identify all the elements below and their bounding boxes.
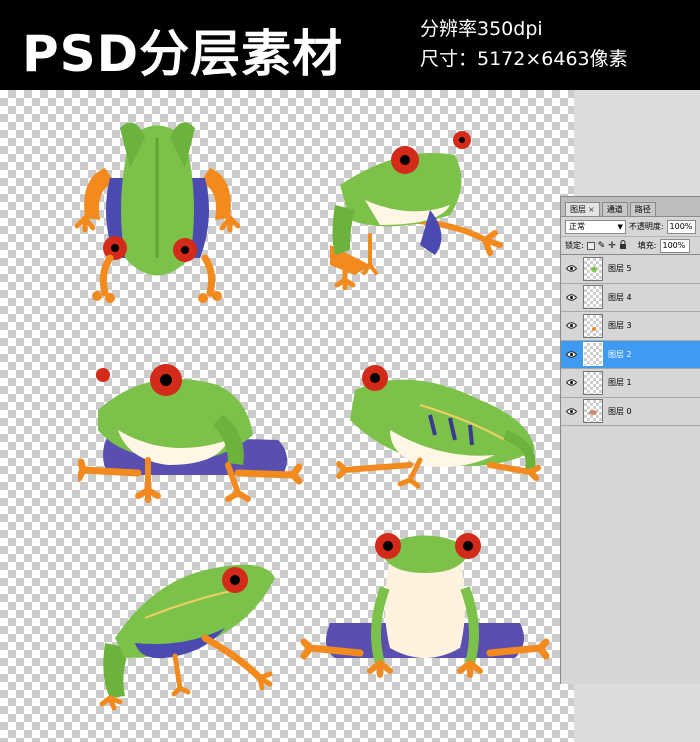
lock-transparent-icon[interactable] [586, 241, 595, 250]
lock-all-icon[interactable] [619, 240, 627, 251]
eye-icon[interactable] [565, 348, 578, 361]
resolution-text: 分辨率350dpi [420, 18, 543, 40]
frog-image-sitting-left [78, 364, 303, 503]
frog-image-side-left [336, 365, 541, 489]
layer-row-4[interactable]: 图层 4 [561, 284, 700, 312]
layer-thumbnail [583, 285, 603, 310]
tab-layers[interactable]: 图层 × [565, 202, 600, 216]
layer-row-5[interactable]: 图层 5 [561, 255, 700, 284]
frog-image-front-view [300, 533, 550, 678]
layer-list: 图层 5 图层 4 图层 3 图层 2 图层 1 图层 0 [561, 255, 700, 426]
eye-icon[interactable] [565, 376, 578, 389]
layer-thumbnail [583, 256, 603, 281]
frog-image-side-right [330, 131, 503, 290]
layer-name: 图层 3 [608, 321, 632, 331]
layer-name: 图层 1 [608, 378, 632, 388]
layer-name: 图层 5 [608, 264, 632, 274]
layer-row-2[interactable]: 图层 2 [561, 340, 700, 369]
tab-layers-label: 图层 [570, 205, 586, 214]
eye-icon[interactable] [565, 291, 578, 304]
tab-paths[interactable]: 路径 [629, 202, 656, 216]
blend-mode-value: 正常 [569, 221, 585, 231]
fill-input[interactable]: 100% [659, 238, 690, 253]
lock-fill-row: 锁定: ✎ ✛ 填充: 100% [561, 237, 700, 255]
layer-thumbnail [583, 342, 603, 367]
size-text: 尺寸：5172×6463像素 [420, 48, 628, 70]
fill-label: 填充: [637, 241, 657, 250]
frog-image-turned-right [99, 564, 275, 711]
eye-icon[interactable] [565, 262, 578, 275]
layer-row-1[interactable]: 图层 1 [561, 369, 700, 398]
close-icon[interactable]: × [588, 205, 595, 214]
eye-icon[interactable] [565, 405, 578, 418]
layer-thumbnail [583, 370, 603, 395]
lock-brush-icon[interactable]: ✎ [598, 241, 606, 251]
layer-name: 图层 4 [608, 292, 632, 302]
layer-thumbnail [583, 313, 603, 338]
layer-row-0[interactable]: 图层 0 [561, 398, 700, 426]
tab-paths-label: 路径 [634, 205, 651, 214]
header-banner: PSD分层素材 分辨率350dpi 尺寸：5172×6463像素 [0, 0, 700, 90]
dropdown-arrow-icon: ▼ [617, 222, 623, 231]
blend-opacity-row: 正常 ▼ 不透明度: 100% [561, 217, 700, 237]
eye-icon[interactable] [565, 319, 578, 332]
lock-label: 锁定: [565, 241, 584, 250]
frog-image-top-view [75, 122, 240, 303]
layer-thumbnail [583, 399, 603, 424]
layer-name: 图层 0 [608, 406, 632, 416]
blend-mode-select[interactable]: 正常 ▼ [565, 219, 626, 234]
banner-title: PSD分层素材 [22, 25, 344, 83]
tab-channels-label: 通道 [606, 205, 623, 214]
lock-move-icon[interactable]: ✛ [608, 241, 616, 251]
banner-meta: 分辨率350dpi 尺寸：5172×6463像素 [420, 14, 628, 74]
layers-panel: 图层 × 通道 路径 正常 ▼ 不透明度: 100% 锁定: ✎ ✛ 填充: 10… [560, 196, 700, 684]
tab-channels[interactable]: 通道 [601, 202, 628, 216]
layer-row-3[interactable]: 图层 3 [561, 312, 700, 341]
panel-tab-bar: 图层 × 通道 路径 [561, 197, 700, 217]
opacity-input[interactable]: 100% [666, 219, 696, 234]
opacity-label: 不透明度: [628, 222, 664, 231]
layer-name: 图层 2 [608, 349, 632, 359]
